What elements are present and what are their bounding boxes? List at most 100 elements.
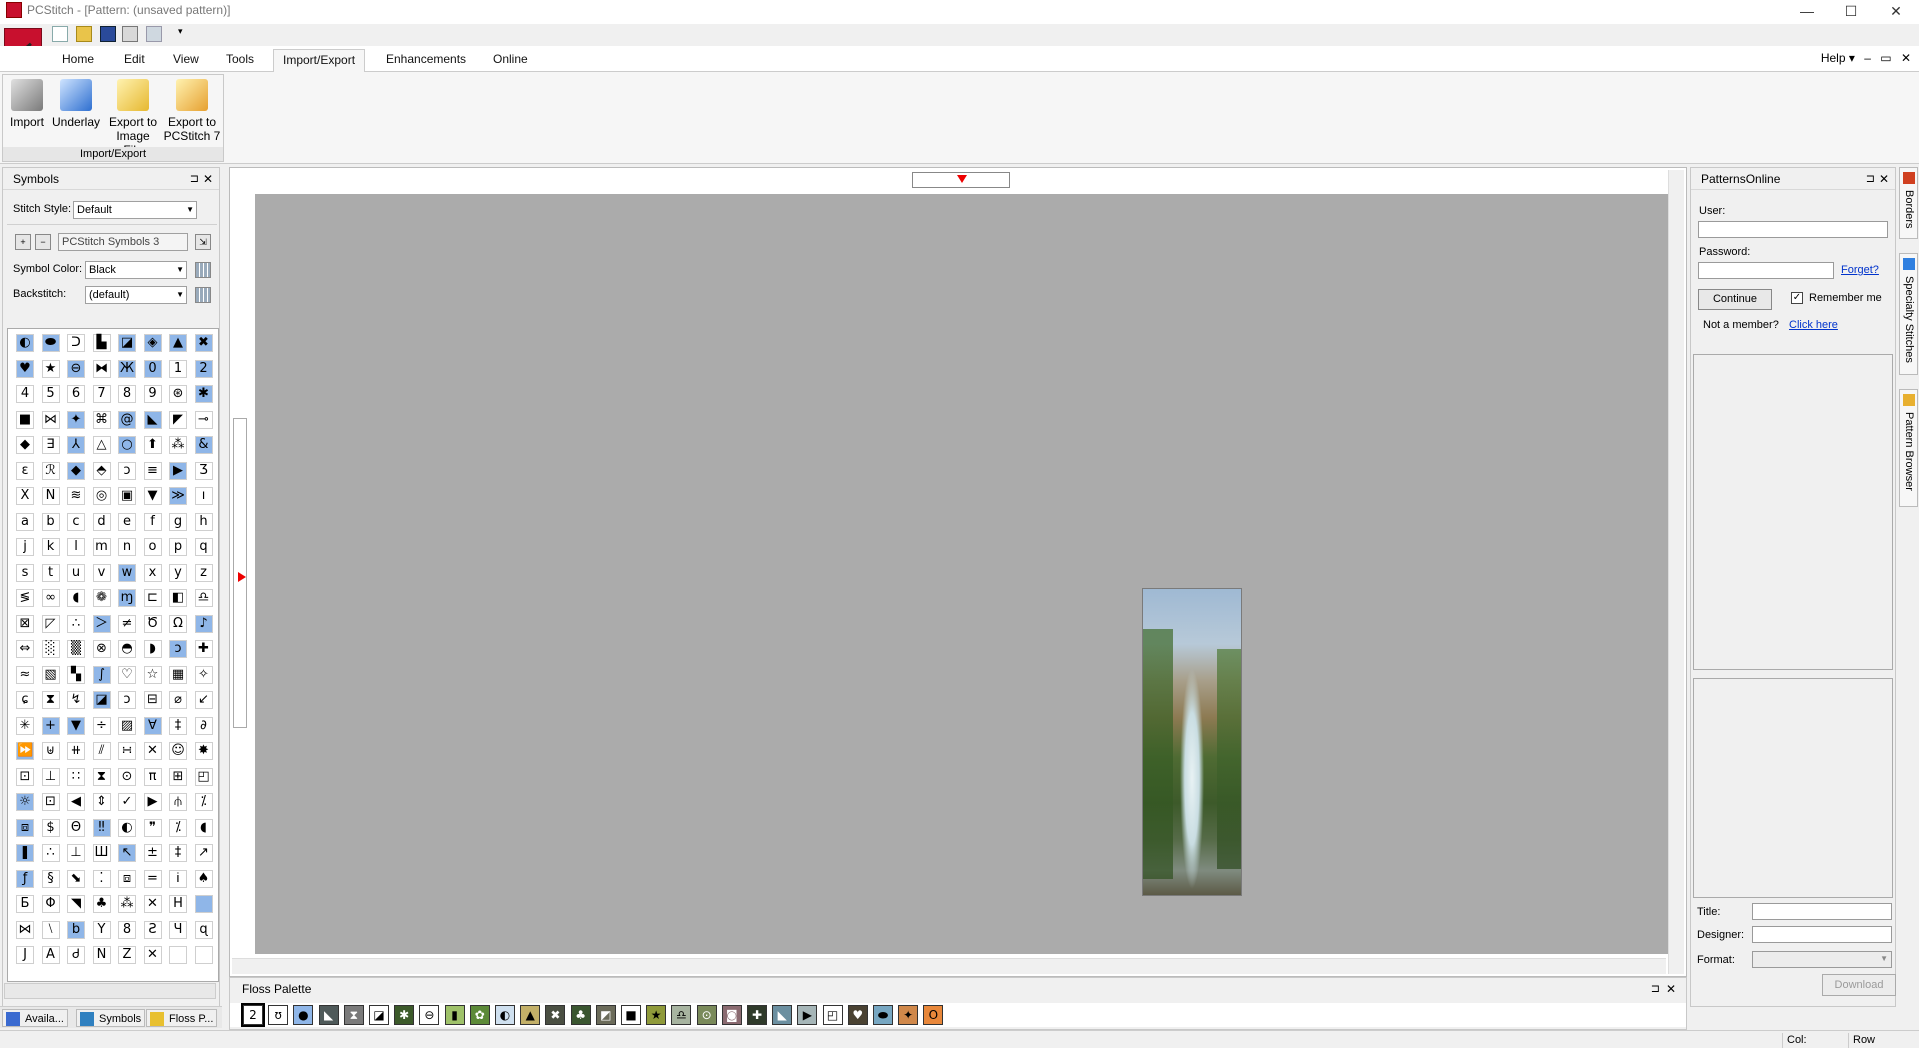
symbol-cell[interactable]: A: [41, 946, 60, 964]
symbol-cell[interactable]: ☆: [143, 665, 162, 684]
symbol-cell[interactable]: ↄ: [169, 640, 187, 658]
symbol-cell[interactable]: j: [16, 538, 34, 556]
pin-icon[interactable]: ⊐: [1651, 978, 1660, 1000]
symbol-cell[interactable]: ⧗: [41, 691, 60, 709]
symbol-cell[interactable]: ⬊: [67, 869, 85, 888]
symbol-cell[interactable]: ◐: [118, 818, 136, 837]
symbol-cell[interactable]: ✸: [194, 742, 213, 760]
symbol-cell[interactable]: ∫: [92, 665, 111, 684]
import-button[interactable]: Import: [9, 79, 45, 129]
pin-icon[interactable]: ⊐: [190, 168, 199, 190]
symbol-cell[interactable]: ⋈: [41, 410, 60, 429]
tab-enhancements[interactable]: Enhancements: [377, 49, 475, 71]
symbol-cell[interactable]: ⁒: [169, 818, 187, 837]
symbol-cell[interactable]: ▣: [118, 487, 136, 505]
symbol-cell[interactable]: w: [118, 563, 136, 582]
save-icon[interactable]: [100, 26, 116, 42]
symbol-cell[interactable]: ○: [118, 436, 136, 454]
symbol-cell[interactable]: ◆: [67, 461, 85, 480]
floss-swatch[interactable]: ♣: [570, 1005, 591, 1025]
backstitch-grid-icon[interactable]: [195, 287, 211, 303]
symbol-cell[interactable]: ☺: [169, 742, 187, 760]
symbol-cell[interactable]: ᑐ: [67, 334, 85, 352]
floss-swatch[interactable]: ♥: [847, 1005, 868, 1025]
symbol-cell[interactable]: N: [92, 946, 111, 964]
symbol-cell[interactable]: ≶: [16, 589, 34, 607]
symbol-cell[interactable]: o: [143, 538, 162, 556]
open-folder-icon[interactable]: [76, 26, 92, 42]
symbol-cell[interactable]: ◀: [67, 793, 85, 811]
symbol-cell[interactable]: ∺: [118, 742, 136, 760]
symbol-cell[interactable]: &: [194, 436, 213, 454]
symbol-cell[interactable]: ⁚: [92, 869, 111, 888]
tab-pattern-browser[interactable]: Pattern Browser: [1899, 389, 1918, 507]
symbol-cell[interactable]: v: [92, 563, 111, 582]
symbol-cell[interactable]: b: [67, 920, 85, 939]
symbol-set-field[interactable]: PCStitch Symbols 3: [58, 233, 188, 251]
symbol-cell[interactable]: ◤: [169, 410, 187, 429]
symbol-cell[interactable]: Φ: [41, 895, 60, 913]
symbol-cell[interactable]: §: [41, 869, 60, 888]
symbol-cell[interactable]: ✕: [143, 895, 162, 913]
floss-swatch[interactable]: ⊙: [696, 1005, 717, 1025]
symbol-cell[interactable]: d: [92, 512, 111, 531]
floss-swatch[interactable]: ▶: [797, 1005, 818, 1025]
symbol-cell[interactable]: 9: [143, 385, 162, 403]
symbol-cell[interactable]: f: [143, 512, 162, 531]
symbol-cell[interactable]: z: [194, 563, 213, 582]
symbol-cell[interactable]: [194, 895, 213, 913]
click-here-link[interactable]: Click here: [1789, 319, 1838, 331]
floss-swatch[interactable]: ■: [621, 1005, 641, 1025]
symbol-cell[interactable]: ↄ: [118, 461, 136, 480]
floss-swatch[interactable]: ⊖: [419, 1005, 440, 1025]
floss-swatch[interactable]: ✚: [747, 1005, 767, 1025]
symbol-cell[interactable]: ∀: [143, 716, 162, 735]
symbol-cell[interactable]: ε: [16, 461, 34, 480]
tab-tools[interactable]: Tools: [217, 49, 263, 71]
symbol-cell[interactable]: ✖: [194, 334, 213, 352]
close-icon[interactable]: ✕: [1879, 168, 1889, 190]
symbol-set-browse-icon[interactable]: ⇲: [195, 234, 211, 250]
symbol-cell[interactable]: ◪: [118, 334, 136, 352]
symbol-cell[interactable]: x: [143, 563, 162, 582]
undo-icon[interactable]: [146, 26, 162, 42]
symbol-cell[interactable]: ∃: [41, 436, 60, 454]
symbol-cell[interactable]: ░: [41, 640, 60, 658]
symbol-cell[interactable]: ɕ: [16, 691, 34, 709]
symbol-cell[interactable]: y: [169, 563, 187, 582]
symbol-cell[interactable]: q: [194, 538, 213, 556]
tab-online[interactable]: Online: [484, 49, 537, 71]
symbol-cell[interactable]: ⁒: [194, 793, 213, 811]
customize-toolbar-icon[interactable]: ▾: [178, 26, 188, 42]
symbol-cell[interactable]: ☼: [16, 793, 34, 811]
symbol-cell[interactable]: ∷: [67, 767, 85, 786]
symbol-cell[interactable]: ⊏: [143, 589, 162, 607]
tab-home[interactable]: Home: [53, 49, 103, 71]
floss-swatch[interactable]: O: [923, 1005, 944, 1025]
maximize-button[interactable]: ☐: [1828, 0, 1874, 24]
symbol-cell[interactable]: ⊥: [41, 767, 60, 786]
symbol-color-select[interactable]: Black ▼: [85, 261, 187, 279]
pattern-canvas[interactable]: [255, 194, 1668, 954]
symbol-cell[interactable]: 1: [169, 359, 187, 378]
tab-specialty-stitches[interactable]: Specialty Stitches: [1899, 253, 1918, 375]
symbol-cell[interactable]: ▨: [118, 716, 136, 735]
symbol-cell[interactable]: Θ: [67, 818, 85, 837]
symbol-cell[interactable]: p: [169, 538, 187, 556]
symbol-cell[interactable]: ↗: [194, 844, 213, 862]
symbol-cell[interactable]: 0: [143, 359, 162, 378]
password-input[interactable]: [1698, 262, 1834, 279]
symbol-cell[interactable]: 8: [118, 385, 136, 403]
symbol-cell[interactable]: ɋ: [194, 920, 213, 939]
close-window-button[interactable]: ✕: [1873, 0, 1919, 24]
symbol-cell[interactable]: ♡: [118, 665, 136, 684]
symbol-cell[interactable]: ⊠: [16, 614, 34, 633]
symbol-cell[interactable]: ⇕: [92, 793, 111, 811]
symbol-cell[interactable]: ◰: [194, 767, 213, 786]
symbol-cell[interactable]: b: [41, 512, 60, 531]
help-menu[interactable]: Help ▾: [1821, 51, 1855, 65]
floss-swatch[interactable]: ◣: [772, 1005, 793, 1025]
title-input[interactable]: [1752, 903, 1892, 920]
symbol-cell[interactable]: Ж: [118, 359, 136, 378]
symbol-cell[interactable]: ▶: [143, 793, 162, 811]
